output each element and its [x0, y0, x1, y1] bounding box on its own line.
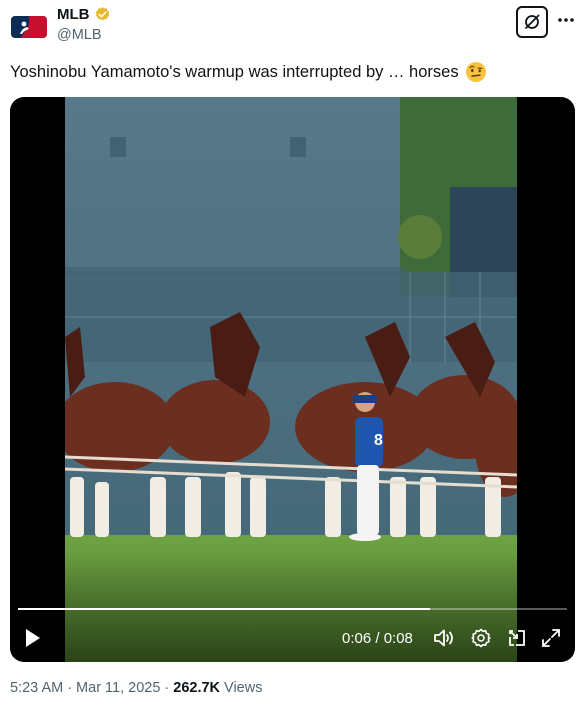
name-row: MLB	[57, 6, 111, 23]
grok-icon	[525, 14, 540, 29]
picture-in-picture-icon	[509, 630, 525, 646]
tweet-text: Yoshinobu Yamamoto's warmup was interrup…	[10, 61, 487, 83]
tweet-header: MLB @MLB	[0, 0, 586, 56]
play-button[interactable]	[22, 627, 44, 649]
fullscreen-button[interactable]	[539, 626, 563, 650]
verified-badge-icon	[95, 7, 109, 21]
play-icon	[26, 629, 40, 647]
video-progress-bar[interactable]	[18, 608, 567, 610]
more-icon	[558, 18, 574, 22]
jersey-number: 8	[374, 432, 383, 449]
meta-separator: ·	[67, 680, 73, 696]
account-name[interactable]: MLB	[57, 6, 90, 23]
face-with-raised-eyebrow-emoji	[465, 62, 486, 82]
tweet-date[interactable]: Mar 11, 2025	[76, 680, 160, 696]
mlb-logo-icon	[11, 16, 47, 38]
picture-in-picture-button[interactable]	[505, 626, 529, 650]
settings-button[interactable]	[469, 626, 493, 650]
grok-button[interactable]	[516, 6, 548, 38]
video-progress-fill	[18, 608, 430, 610]
account-handle[interactable]: @MLB	[57, 27, 102, 43]
views-label: Views	[224, 680, 263, 696]
volume-icon	[434, 629, 453, 647]
meta-separator: ·	[164, 680, 170, 696]
video-player[interactable]: 8 0:06 / 0:08	[10, 97, 575, 662]
avatar[interactable]	[10, 8, 48, 46]
volume-button[interactable]	[432, 626, 456, 650]
tweet-body: Yoshinobu Yamamoto's warmup was interrup…	[10, 62, 459, 81]
more-options-button[interactable]	[554, 8, 578, 32]
settings-gear-icon	[471, 628, 491, 648]
tweet-meta: 5:23 AM · Mar 11, 2025 · 262.7K Views	[10, 680, 262, 696]
tweet-time[interactable]: 5:23 AM	[10, 680, 63, 696]
views-count[interactable]: 262.7K	[173, 680, 220, 696]
video-time: 0:06 / 0:08	[342, 630, 413, 647]
fullscreen-icon	[542, 629, 560, 647]
